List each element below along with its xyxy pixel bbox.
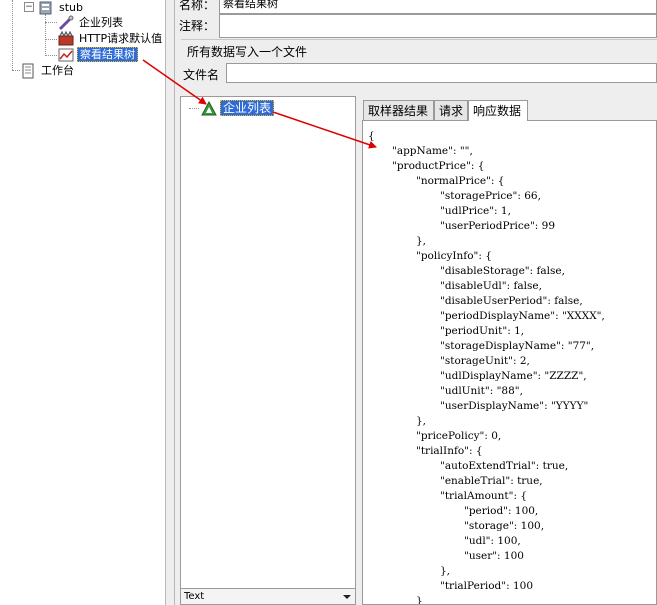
result-item-label: 企业列表 — [220, 100, 275, 116]
response-line: "period": 100, — [464, 505, 539, 517]
response-line: "disableStorage": false, — [440, 265, 565, 277]
collapse-toggle-icon[interactable]: − — [24, 2, 34, 12]
tab-response-data[interactable]: 响应数据 — [468, 100, 528, 121]
response-line: "disableUdl": false, — [440, 280, 542, 292]
test-plan-tree: − stub 企业列表 HTTP请求默认值 察看结果树 工作台 — [0, 0, 165, 605]
response-line: "appName": "", — [392, 145, 473, 157]
response-line: "storage": 100, — [464, 520, 545, 532]
response-line: "normalPrice": { — [416, 175, 505, 187]
tree-node-view-results[interactable]: 察看结果树 — [58, 47, 138, 63]
thread-group-icon — [38, 0, 54, 16]
response-line: "storageUnit": 2, — [440, 355, 530, 367]
workbench-icon — [20, 63, 36, 79]
name-field[interactable]: 察看结果树 — [219, 0, 657, 14]
name-label: 名称： — [179, 0, 216, 12]
response-line: "trialAmount": { — [440, 490, 528, 502]
renderer-select-value: Text — [184, 591, 205, 602]
tree-node-label: 察看结果树 — [77, 47, 138, 62]
success-triangle-icon — [201, 100, 217, 117]
response-line: "udlDisplayName": "ZZZZ", — [440, 370, 587, 382]
tree-guide — [12, 0, 13, 70]
response-line: "userDisplayName": "YYYY" — [440, 400, 589, 412]
tree-node-label: stub — [59, 1, 83, 14]
response-line: "udlUnit": "88", — [440, 385, 523, 397]
tree-node-stub[interactable]: stub — [38, 0, 85, 16]
response-line: "disableUserPeriod": false, — [440, 295, 583, 307]
response-line: "enableTrial": true, — [440, 475, 543, 487]
response-line: "storagePrice": 66, — [440, 190, 541, 202]
renderer-select[interactable]: Text — [181, 588, 355, 604]
listener-graph-icon — [58, 47, 74, 63]
panel-splitter[interactable] — [165, 0, 175, 605]
response-line: "udlPrice": 1, — [440, 205, 511, 217]
response-line: "periodUnit": 1, — [440, 325, 525, 337]
chevron-down-icon — [343, 595, 351, 599]
comment-field[interactable] — [219, 14, 657, 38]
response-line: "udl": 100, — [464, 535, 521, 547]
config-element-icon — [58, 30, 74, 47]
tree-node-workbench[interactable]: 工作台 — [20, 63, 76, 79]
tab-request[interactable]: 请求 — [434, 100, 468, 120]
response-line: "policyInfo": { — [416, 250, 492, 262]
response-line: "periodDisplayName": "XXXX", — [440, 310, 605, 322]
filename-label: 文件名 — [183, 68, 220, 82]
response-line: "autoExtendTrial": true, — [440, 460, 569, 472]
response-line: "pricePolicy": 0, — [416, 430, 502, 442]
comment-label: 注释： — [179, 19, 216, 33]
response-line: "productPrice": { — [392, 160, 485, 172]
result-tree-item[interactable]: 企业列表 — [201, 100, 275, 117]
tree-node-label: 企业列表 — [79, 16, 123, 29]
section-divider — [181, 39, 657, 40]
tree-node-label: 工作台 — [41, 64, 74, 77]
tree-guide — [45, 39, 57, 40]
tree-node-item-list[interactable]: 企业列表 — [58, 15, 125, 31]
response-line: }, — [440, 565, 451, 577]
tree-guide — [12, 70, 20, 71]
tree-node-label: HTTP请求默认值 — [79, 32, 163, 45]
response-line: { — [368, 130, 375, 142]
tab-sampler-result[interactable]: 取样器结果 — [363, 100, 434, 120]
section-title: 所有数据写入一个文件 — [187, 45, 308, 59]
result-tree: 企业列表 Text — [180, 96, 356, 605]
response-line: "trialInfo": { — [416, 445, 483, 457]
filename-field[interactable] — [226, 63, 657, 83]
pipette-sampler-icon — [58, 15, 74, 31]
response-line: }, — [416, 235, 427, 247]
tree-guide — [45, 14, 46, 56]
response-line: "storageDisplayName": "77", — [440, 340, 595, 352]
tree-guide — [45, 22, 57, 23]
response-data-view: { "appName": "", "productPrice": { "normalP… — [362, 120, 657, 605]
tree-guide — [45, 55, 57, 56]
response-line: "user": 100 — [464, 550, 524, 562]
response-line: "trialPeriod": 100 — [440, 580, 534, 592]
tree-node-http-defaults[interactable]: HTTP请求默认值 — [58, 30, 164, 47]
response-line: "userPeriodPrice": 99 — [440, 220, 556, 232]
response-line: } — [416, 595, 423, 605]
tree-guide — [189, 108, 199, 109]
response-line: }, — [416, 415, 427, 427]
